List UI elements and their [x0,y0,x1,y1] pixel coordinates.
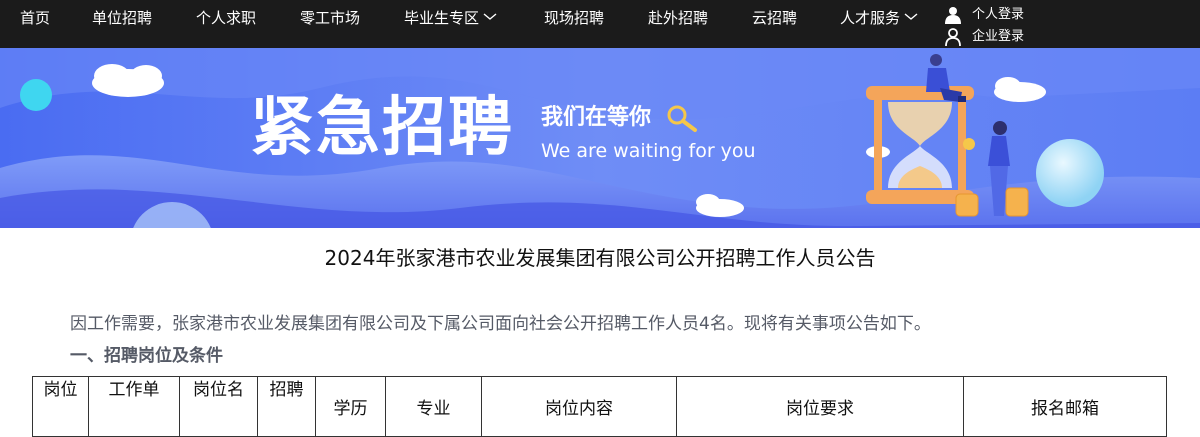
table-header-cell: 岗位 [32,376,89,437]
table-header-cell: 报名邮箱 [963,376,1167,437]
nav-item-employer-recruit[interactable]: 单位招聘 [92,8,152,28]
nav-item-onsite-recruit[interactable]: 现场招聘 [544,8,604,28]
nav-item-graduates[interactable]: 毕业生专区 [404,8,497,28]
section-heading: 一、招聘岗位及条件 [70,346,223,366]
banner-subtitle-cn: 我们在等你 [541,105,652,130]
personal-login-label: 个人登录 [972,7,1025,22]
user-icon [945,7,961,24]
nav-item-label: 云招聘 [752,9,798,27]
banner-subtitle-en: We are waiting for you [541,140,756,162]
hero-banner: 紧急招聘 我们在等你 We are waiting for you [0,48,1200,228]
article-intro: 因工作需要，张家港市农业发展集团有限公司及下属公司面向社会公开招聘工作人员4名。… [70,314,931,334]
nav-item-label: 现场招聘 [544,9,605,27]
nav-item-job-seeking[interactable]: 个人求职 [196,8,256,28]
company-login-link[interactable]: 企业登录 [942,28,1024,46]
table-header-cell: 招聘 [257,376,316,437]
magnifier-icon [667,105,697,132]
positions-table: 岗位 工作单 岗位名 招聘 学历 专业 岗位内容 岗位要求 报名邮箱 [32,376,1167,437]
nav-item-label: 毕业生专区 [404,9,480,27]
nav-item-label: 赴外招聘 [648,9,709,27]
company-login-label: 企业登录 [972,29,1025,44]
banner-title: 紧急招聘 [250,91,514,165]
nav-item-talent-service[interactable]: 人才服务 [840,8,918,28]
nav-item-home[interactable]: 首页 [20,8,50,28]
table-header-cell: 岗位要求 [676,376,964,437]
table-header-cell: 学历 [315,376,386,437]
nav-item-label: 单位招聘 [92,9,153,27]
table-header-row: 岗位 工作单 岗位名 招聘 学历 专业 岗位内容 岗位要求 报名邮箱 [32,376,1167,437]
nav-item-label: 零工市场 [300,9,361,27]
nav-item-gig-market[interactable]: 零工市场 [300,8,360,28]
article-title: 2024年张家港市农业发展集团有限公司公开招聘工作人员公告 [324,246,876,270]
nav-item-label: 首页 [20,9,51,27]
nav-item-label: 人才服务 [840,9,901,27]
table-header-cell: 专业 [385,376,482,437]
table-header-cell: 岗位内容 [481,376,677,437]
nav-item-external-recruit[interactable]: 赴外招聘 [648,8,708,28]
company-user-icon [945,28,961,46]
nav-item-label: 个人求职 [196,9,257,27]
table-header-cell: 岗位名 [179,376,258,437]
table-header-cell: 工作单 [88,376,180,437]
chevron-down-icon [483,13,497,20]
top-navigation: 首页 单位招聘 个人求职 零工市场 毕业生专区 现场招聘 赴外招聘 云招聘 人才… [0,0,1200,48]
personal-login-link[interactable]: 个人登录 [942,6,1024,24]
nav-item-cloud-recruit[interactable]: 云招聘 [752,8,797,28]
chevron-down-icon [904,13,918,20]
